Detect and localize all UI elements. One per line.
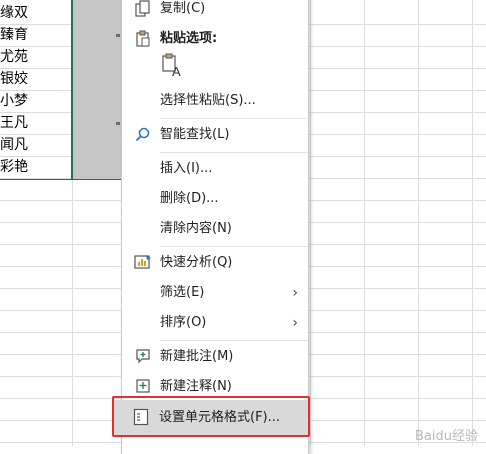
menu-item-paste-special[interactable]: 选择性粘贴(S)... [122, 86, 308, 116]
search-icon [134, 126, 152, 144]
column-divider [418, 0, 419, 446]
menu-item-quick-analysis[interactable]: 快速分析(Q) [122, 248, 308, 278]
quick-analysis-icon [134, 254, 152, 272]
menu-item-label: 插入(I)... [160, 161, 213, 176]
menu-separator [160, 340, 308, 341]
name-cell[interactable]: 王凡 [0, 112, 28, 134]
name-cell[interactable]: 彩艳 [0, 156, 28, 178]
paste-keep-text-icon[interactable]: A [160, 52, 186, 79]
menu-item-new-comment[interactable]: 新建批注(M) [122, 342, 308, 372]
menu-item-sort[interactable]: 排序(O) › [122, 308, 308, 338]
column-divider [364, 0, 365, 446]
column-divider [472, 0, 473, 446]
context-menu: 复制(C) 粘贴选项: A 选择性粘贴(S)... 智能查找(L) 插入(I).… [121, 0, 309, 454]
menu-item-label: 复制(C) [160, 1, 206, 16]
paste-icon [134, 30, 152, 48]
chevron-right-icon: › [292, 285, 298, 301]
dropdown-tick [116, 122, 120, 125]
menu-separator [160, 118, 308, 119]
menu-item-label: 新建批注(M) [160, 349, 234, 364]
watermark: Baidu经验 [415, 429, 478, 444]
menu-item-paste-options-header: 粘贴选项: [122, 24, 308, 54]
menu-separator [160, 246, 308, 247]
menu-item-delete[interactable]: 删除(D)... [122, 184, 308, 214]
menu-item-label: 筛选(E) [160, 285, 205, 300]
chevron-right-icon: › [292, 315, 298, 331]
name-cell[interactable]: 银姣 [0, 68, 28, 90]
note-icon [134, 378, 152, 396]
menu-item-label: 清除内容(N) [160, 221, 232, 236]
menu-item-label: 智能查找(L) [160, 127, 230, 142]
name-cell[interactable]: 小梦 [0, 90, 28, 112]
copy-icon [134, 0, 152, 18]
menu-item-insert[interactable]: 插入(I)... [122, 154, 308, 184]
menu-item-label: 选择性粘贴(S)... [160, 93, 256, 108]
menu-item-label: 快速分析(Q) [160, 255, 233, 270]
name-cell[interactable]: 尤苑 [0, 46, 28, 68]
comment-icon [134, 348, 152, 366]
menu-item-label: 删除(D)... [160, 191, 219, 206]
menu-item-filter[interactable]: 筛选(E) › [122, 278, 308, 308]
selection-divider [71, 0, 73, 180]
dropdown-tick [116, 34, 120, 37]
menu-item-copy[interactable]: 复制(C) [122, 0, 308, 24]
menu-item-smart-lookup[interactable]: 智能查找(L) [122, 120, 308, 150]
name-cell[interactable]: 臻育 [0, 24, 28, 46]
column-divider [310, 0, 311, 446]
svg-text:A: A [172, 64, 181, 78]
paste-options-title: 粘贴选项: [160, 31, 218, 46]
menu-separator [160, 152, 308, 153]
name-cell[interactable]: 闻凡 [0, 134, 28, 156]
name-cell[interactable]: 缘双 [0, 2, 28, 24]
menu-item-clear-contents[interactable]: 清除内容(N) [122, 214, 308, 244]
menu-item-label: 排序(O) [160, 315, 207, 330]
highlight-annotation-box [112, 396, 310, 437]
